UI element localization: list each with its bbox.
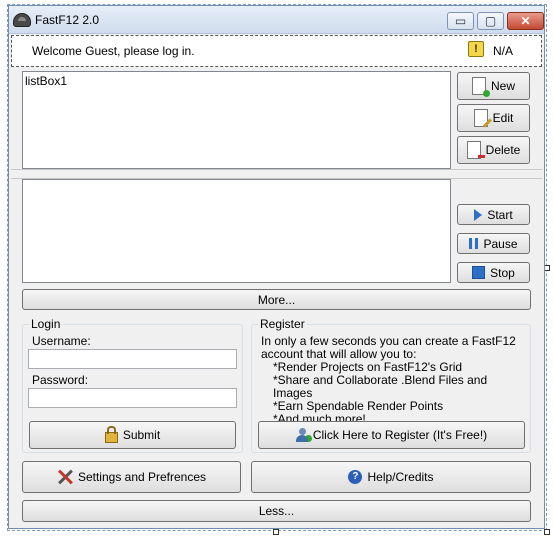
- delete-button-label: Delete: [485, 143, 521, 157]
- stop-button[interactable]: Stop: [457, 262, 530, 283]
- edit-button-label: Edit: [492, 111, 514, 125]
- pause-button-label: Pause: [483, 236, 518, 251]
- title-bar[interactable]: FastF12 2.0 ▭ ▢ ✕: [9, 6, 544, 34]
- add-user-icon: [295, 428, 312, 442]
- username-label: Username:: [32, 334, 91, 348]
- start-button-label: Start: [487, 207, 513, 222]
- stop-icon: [472, 266, 486, 279]
- register-legend: Register: [258, 317, 307, 331]
- register-groupbox: Register In only a few seconds you can c…: [251, 317, 531, 453]
- edit-document-icon: [473, 109, 488, 127]
- minimize-button[interactable]: ▭: [447, 12, 474, 30]
- delete-button[interactable]: Delete: [457, 136, 530, 164]
- pause-icon: [469, 238, 479, 249]
- register-button-label: Click Here to Register (It's Free!): [312, 428, 488, 442]
- help-button-label: Help/Credits: [367, 470, 434, 484]
- help-icon: ?: [348, 470, 363, 484]
- username-input[interactable]: [28, 349, 237, 369]
- status-strip: Welcome Guest, please log in. ! N/A: [11, 35, 542, 67]
- new-button[interactable]: New: [457, 72, 530, 100]
- resize-handle-corner[interactable]: [544, 529, 550, 535]
- login-legend: Login: [29, 317, 63, 331]
- password-input[interactable]: [28, 388, 237, 408]
- helmet-icon: [13, 13, 31, 27]
- tools-icon: [57, 469, 73, 485]
- help-button[interactable]: ? Help/Credits: [251, 461, 531, 493]
- play-icon: [474, 208, 483, 221]
- password-label: Password:: [32, 373, 89, 387]
- new-button-label: New: [490, 79, 515, 93]
- listbox-placeholder-text: listBox1: [25, 74, 68, 88]
- projects-listbox[interactable]: listBox1: [22, 71, 451, 169]
- app-window: FastF12 2.0 ▭ ▢ ✕ Welcome Guest, please …: [8, 5, 545, 529]
- register-button[interactable]: Click Here to Register (It's Free!): [258, 421, 525, 449]
- edit-button[interactable]: Edit: [457, 104, 530, 132]
- more-button[interactable]: More...: [22, 289, 531, 310]
- settings-button-label: Settings and Prefrences: [77, 470, 207, 484]
- register-description: In only a few seconds you can create a F…: [261, 335, 527, 426]
- settings-button[interactable]: Settings and Prefrences: [22, 461, 241, 493]
- lock-icon: [104, 426, 118, 443]
- warning-icon: !: [468, 41, 484, 57]
- stop-button-label: Stop: [490, 265, 515, 280]
- maximize-button[interactable]: ▢: [477, 12, 504, 30]
- render-queue-listbox[interactable]: [22, 179, 451, 283]
- register-intro: In only a few seconds you can create a F…: [261, 334, 516, 361]
- pause-button[interactable]: Pause: [457, 233, 530, 254]
- window-title: FastF12 2.0: [35, 13, 100, 27]
- welcome-message: Welcome Guest, please log in.: [32, 44, 195, 58]
- resize-handle-bottom[interactable]: [273, 529, 279, 535]
- splitter-bar[interactable]: [11, 169, 542, 179]
- register-bullet: *Share and Collaborate .Blend Files and …: [273, 373, 488, 400]
- status-value: N/A: [493, 44, 514, 58]
- submit-button-label: Submit: [122, 428, 161, 442]
- delete-document-icon: [466, 141, 485, 159]
- submit-button[interactable]: Submit: [29, 421, 236, 449]
- new-document-icon: [471, 77, 490, 97]
- login-groupbox: Login Username: Password: Submit: [22, 317, 243, 453]
- start-button[interactable]: Start: [457, 204, 530, 225]
- close-button[interactable]: ✕: [507, 12, 544, 30]
- less-button[interactable]: Less...: [22, 500, 531, 522]
